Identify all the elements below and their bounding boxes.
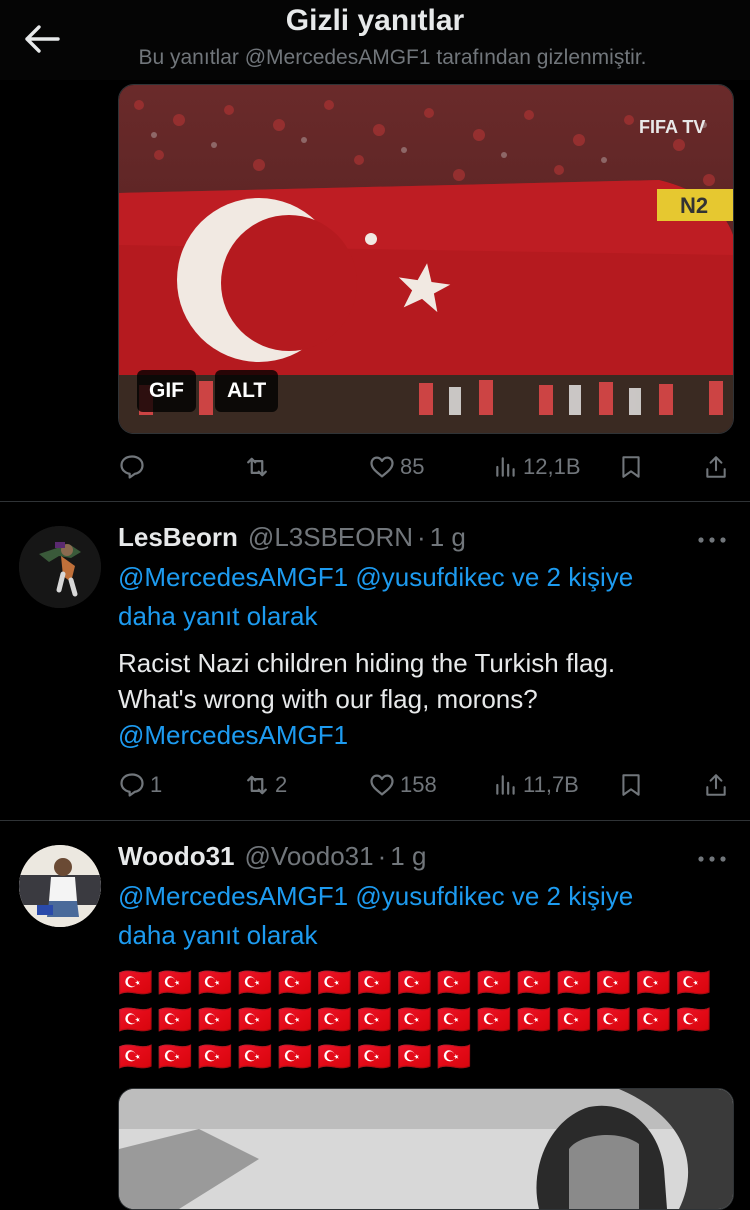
banner-text: N2 — [680, 193, 708, 218]
heart-icon — [370, 774, 394, 796]
like-button[interactable]: 158 — [368, 765, 437, 805]
replying-to-label[interactable]: daha yanıt olarak — [118, 920, 317, 950]
fifa-watermark: FIFA TV — [639, 117, 705, 137]
divider — [0, 820, 750, 821]
alt-badge[interactable]: ALT — [215, 370, 279, 412]
share-icon — [706, 774, 726, 796]
like-count: 158 — [400, 772, 437, 797]
divider — [0, 501, 750, 502]
share-icon — [706, 456, 726, 478]
timestamp[interactable]: 1 g — [390, 841, 426, 872]
share-button[interactable] — [703, 765, 729, 805]
tweet-header: LesBeorn @L3SBEORN · 1 g — [118, 522, 466, 556]
retweet-button[interactable] — [243, 447, 275, 487]
view-count: 12,1B — [523, 454, 581, 479]
flag-emoji-line: 🇹🇷🇹🇷🇹🇷🇹🇷🇹🇷🇹🇷🇹🇷🇹🇷🇹🇷 — [118, 1041, 477, 1072]
tweet-actions: 1 2 158 11,7B — [0, 765, 750, 805]
views-button[interactable]: 12,1B — [493, 447, 581, 487]
tweet-text-line: What's wrong with our flag, morons? — [118, 684, 538, 714]
more-options-button[interactable] — [696, 530, 728, 550]
reply-count: 1 — [150, 772, 163, 797]
mention-link[interactable]: @yusufdikec — [355, 881, 504, 911]
page-subtitle: Bu yanıtlar @MercedesAMGF1 tarafından gi… — [138, 46, 647, 69]
page-title: Gizli yanıtlar — [285, 4, 465, 37]
view-count: 11,7B — [523, 772, 579, 797]
mention-link[interactable]: @yusufdikec — [355, 562, 504, 592]
tweet-actions: 85 12,1B — [0, 447, 750, 487]
reply-button[interactable] — [118, 447, 150, 487]
retweet-icon — [247, 775, 267, 795]
more-options-button[interactable] — [696, 849, 728, 869]
more-recipients-link[interactable]: ve 2 kişiye — [512, 881, 633, 911]
avatar[interactable] — [19, 845, 101, 927]
replying-to-label[interactable]: daha yanıt olarak — [118, 601, 317, 631]
user-handle[interactable]: @L3SBEORN — [248, 522, 413, 553]
retweet-button[interactable]: 2 — [243, 765, 287, 805]
tweet-text-line: Racist Nazi children hiding the Turkish … — [118, 648, 616, 678]
separator: · — [417, 522, 426, 552]
display-name[interactable]: Woodo31 — [118, 841, 235, 872]
bookmark-button[interactable] — [618, 447, 644, 487]
speech-bubble-icon — [120, 773, 144, 797]
bookmark-button[interactable] — [618, 765, 644, 805]
views-button[interactable]: 11,7B — [493, 765, 579, 805]
more-recipients-link[interactable]: ve 2 kişiye — [512, 562, 633, 592]
gif-badge[interactable]: GIF — [137, 370, 196, 412]
retweet-count: 2 — [275, 772, 288, 797]
mention-link[interactable]: @MercedesAMGF1 — [118, 881, 348, 911]
mention-link[interactable]: @MercedesAMGF1 — [118, 720, 348, 750]
separator: · — [377, 841, 387, 871]
photo-media[interactable] — [118, 1088, 734, 1210]
flag-emoji-line: 🇹🇷🇹🇷🇹🇷🇹🇷🇹🇷🇹🇷🇹🇷🇹🇷🇹🇷🇹🇷🇹🇷🇹🇷🇹🇷🇹🇷🇹🇷 — [118, 967, 716, 998]
speech-bubble-icon — [120, 455, 144, 479]
bookmark-icon — [622, 774, 640, 796]
like-count: 85 — [400, 454, 425, 479]
bar-chart-icon — [496, 775, 515, 795]
mention-link[interactable]: @MercedesAMGF1 — [118, 562, 348, 592]
bookmark-icon — [622, 456, 640, 478]
bar-chart-icon — [496, 457, 515, 477]
avatar[interactable] — [19, 526, 101, 608]
flag-emoji-line: 🇹🇷🇹🇷🇹🇷🇹🇷🇹🇷🇹🇷🇹🇷🇹🇷🇹🇷🇹🇷🇹🇷🇹🇷🇹🇷🇹🇷🇹🇷 — [118, 1004, 716, 1035]
top-bar: Gizli yanıtlar Bu yanıtlar @MercedesAMGF… — [0, 0, 750, 80]
replying-to: @MercedesAMGF1 @yusufdikec ve 2 kişiye d… — [118, 558, 718, 636]
reply-button[interactable]: 1 — [118, 765, 162, 805]
user-handle[interactable]: @Voodo31 — [245, 841, 374, 872]
heart-icon — [370, 456, 394, 478]
replying-to: @MercedesAMGF1 @yusufdikec ve 2 kişiye d… — [118, 877, 718, 955]
flag-emoji-text: 🇹🇷🇹🇷🇹🇷🇹🇷🇹🇷🇹🇷🇹🇷🇹🇷🇹🇷🇹🇷🇹🇷🇹🇷🇹🇷🇹🇷🇹🇷 🇹🇷🇹🇷🇹🇷🇹🇷🇹… — [118, 964, 728, 1075]
tweet-text: Racist Nazi children hiding the Turkish … — [118, 645, 718, 753]
ellipsis-icon — [698, 856, 726, 862]
like-button[interactable]: 85 — [368, 447, 424, 487]
share-button[interactable] — [703, 447, 729, 487]
retweet-icon — [247, 457, 267, 477]
gif-media[interactable]: N2 FIFA TV — [118, 84, 734, 434]
ellipsis-icon — [698, 537, 726, 543]
tweet-header: Woodo31 @Voodo31 · 1 g — [118, 841, 426, 875]
display-name[interactable]: LesBeorn — [118, 522, 238, 553]
timestamp[interactable]: 1 g — [430, 522, 466, 553]
